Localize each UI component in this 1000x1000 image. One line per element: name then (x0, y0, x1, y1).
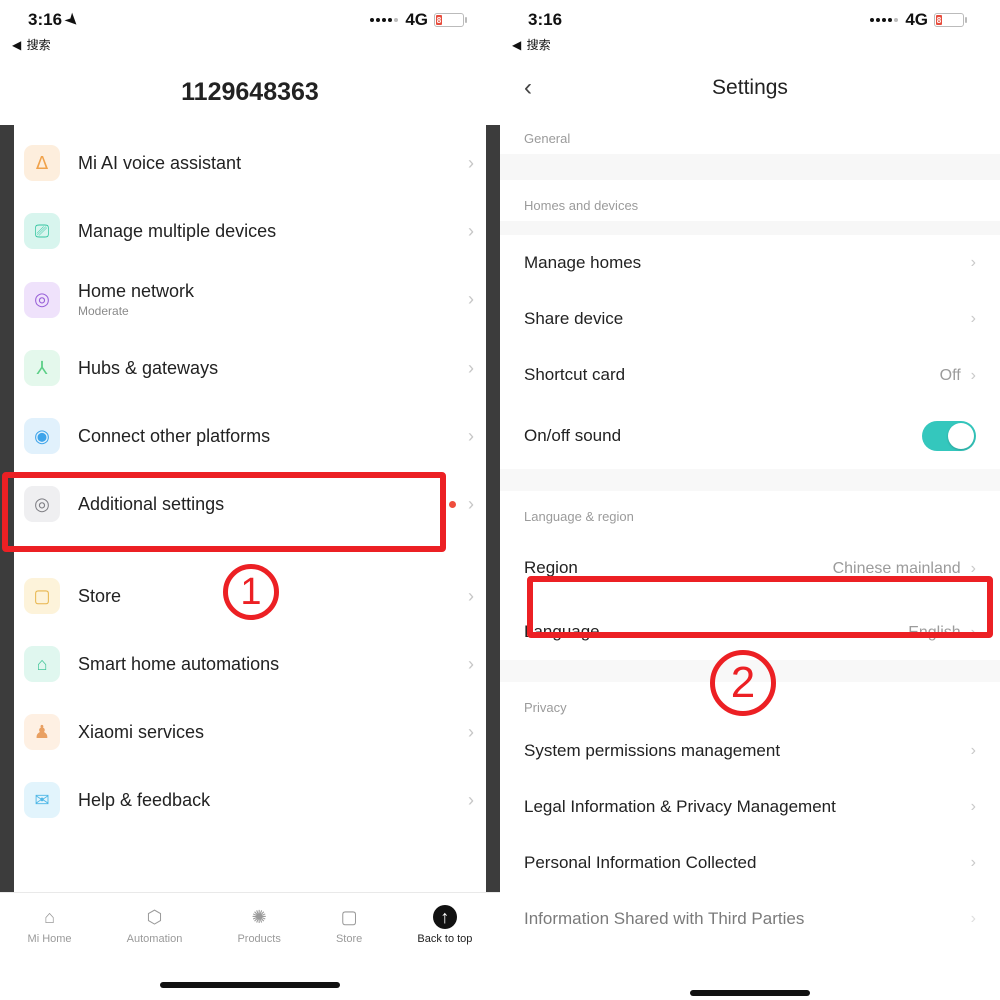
row-shared-third[interactable]: Information Shared with Third Parties › (500, 891, 1000, 947)
row-share-device[interactable]: Share device › (500, 291, 1000, 347)
status-bar: 3:16 4G 8 (500, 0, 1000, 40)
row-automations[interactable]: ⌂ Smart home automations › (14, 630, 486, 698)
gear-icon: ◎ (24, 486, 60, 522)
chevron-right-icon: › (468, 289, 474, 310)
row-manage-homes[interactable]: Manage homes › (500, 235, 1000, 291)
back-to-search[interactable]: ◀ 搜索 (0, 36, 500, 53)
notification-dot (449, 501, 456, 508)
tab-products[interactable]: ✺Products (237, 905, 280, 945)
row-region[interactable]: Region Chinese mainland› (500, 532, 1000, 604)
placeholder-row (500, 154, 1000, 180)
chevron-right-icon: › (971, 854, 976, 872)
section-homes: Homes and devices (500, 180, 1000, 221)
row-sound-toggle[interactable]: On/off sound (500, 403, 1000, 469)
section-language: Language & region (500, 491, 1000, 532)
settings-list: ᐃ Mi AI voice assistant › ⎚ Manage multi… (14, 129, 486, 834)
annotation-number-1: 1 (223, 564, 279, 620)
automation-icon: ⌂ (24, 646, 60, 682)
row-help[interactable]: ✉ Help & feedback › (14, 766, 486, 834)
battery-icon: 8 (434, 13, 464, 27)
row-home-network[interactable]: ◎ Home network Moderate › (14, 265, 486, 334)
section-general: General (500, 113, 1000, 154)
services-icon: ♟ (24, 714, 60, 750)
chevron-right-icon: › (971, 742, 976, 760)
row-platforms[interactable]: ◉ Connect other platforms › (14, 402, 486, 470)
signal-icon (370, 18, 399, 22)
chevron-right-icon: › (971, 310, 976, 328)
home-indicator[interactable] (690, 990, 810, 996)
page-title: 1129648363 (0, 78, 500, 107)
row-hubs[interactable]: ⅄ Hubs & gateways › (14, 334, 486, 402)
chevron-right-icon: › (971, 560, 976, 577)
annotation-number-2: 2 (710, 650, 776, 716)
row-services[interactable]: ♟ Xiaomi services › (14, 698, 486, 766)
devices-icon: ⎚ (24, 213, 60, 249)
chevron-right-icon: › (468, 494, 474, 515)
chevron-right-icon: › (468, 654, 474, 675)
network-icon: ◎ (24, 282, 60, 318)
tab-back-to-top[interactable]: ↑Back to top (417, 905, 472, 945)
page-title: Settings (712, 76, 788, 100)
chevron-right-icon: › (971, 798, 976, 816)
store-icon: ▢ (24, 578, 60, 614)
row-shortcut-card[interactable]: Shortcut card Off› (500, 347, 1000, 403)
up-arrow-icon: ↑ (433, 905, 457, 929)
network-label: 4G (905, 10, 928, 30)
status-time: 3:16 (28, 10, 62, 30)
location-icon: ➤ (62, 9, 84, 31)
chevron-right-icon: › (468, 426, 474, 447)
chevron-right-icon: › (468, 722, 474, 743)
status-bar: 3:16 ➤ 4G 8 (0, 0, 500, 40)
chevron-right-icon: › (971, 254, 976, 272)
row-sys-permissions[interactable]: System permissions management › (500, 723, 1000, 779)
chevron-right-icon: › (468, 153, 474, 174)
back-button[interactable]: ‹ (524, 74, 532, 102)
back-to-search[interactable]: ◀ 搜索 (500, 36, 1000, 53)
tab-store[interactable]: ▢Store (336, 905, 362, 945)
hubs-icon: ⅄ (24, 350, 60, 386)
chevron-right-icon: › (468, 790, 474, 811)
platforms-icon: ◉ (24, 418, 60, 454)
ai-icon: ᐃ (24, 145, 60, 181)
chevron-right-icon: › (468, 358, 474, 379)
home-indicator[interactable] (160, 982, 340, 988)
bag-icon: ▢ (337, 905, 361, 929)
toggle-on[interactable] (922, 421, 976, 451)
row-personal-info[interactable]: Personal Information Collected › (500, 835, 1000, 891)
home-icon: ⌂ (38, 905, 62, 929)
tab-automation[interactable]: ⬡Automation (127, 905, 183, 945)
signal-icon (870, 18, 899, 22)
row-manage-devices[interactable]: ⎚ Manage multiple devices › (14, 197, 486, 265)
cube-icon: ⬡ (143, 905, 167, 929)
chevron-right-icon: › (971, 367, 976, 384)
status-time: 3:16 (528, 10, 562, 30)
chevron-right-icon: › (971, 624, 976, 641)
tab-mi-home[interactable]: ⌂Mi Home (28, 905, 72, 945)
help-icon: ✉ (24, 782, 60, 818)
chevron-right-icon: › (468, 221, 474, 242)
chevron-right-icon: › (971, 910, 976, 928)
row-legal[interactable]: Legal Information & Privacy Management › (500, 779, 1000, 835)
row-additional-settings[interactable]: ◎ Additional settings › (14, 470, 486, 538)
sparkle-icon: ✺ (247, 905, 271, 929)
row-ai-voice[interactable]: ᐃ Mi AI voice assistant › (14, 129, 486, 197)
chevron-right-icon: › (468, 586, 474, 607)
battery-icon: 8 (934, 13, 964, 27)
network-label: 4G (405, 10, 428, 30)
